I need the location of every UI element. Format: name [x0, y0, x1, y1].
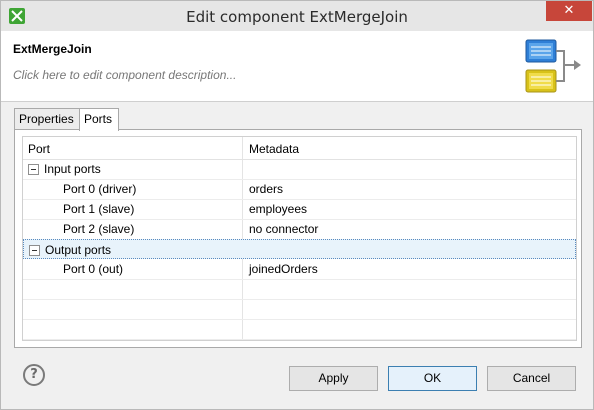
port-cell: Port 2 (slave): [63, 222, 135, 236]
table-row[interactable]: Port 2 (slave) no connector: [23, 219, 576, 240]
port-cell: Port 1 (slave): [63, 202, 135, 216]
edit-component-dialog: Edit component ExtMergeJoin ✕ ExtMergeJo…: [0, 0, 594, 410]
port-cell: Port 0 (driver): [63, 182, 137, 196]
port-cell: Input ports: [44, 162, 101, 176]
table-row[interactable]: Port 1 (slave) employees: [23, 199, 576, 220]
empty-row: [23, 299, 576, 320]
help-icon[interactable]: ?: [23, 364, 45, 386]
column-header-port[interactable]: Port: [28, 142, 50, 156]
tabs-area: Properties Ports Port Metadata Input por…: [14, 108, 582, 348]
port-cell: Port 0 (out): [63, 262, 124, 276]
table-row[interactable]: Port 0 (out) joinedOrders: [23, 259, 576, 280]
component-description-field[interactable]: Click here to edit component description…: [13, 68, 236, 82]
metadata-cell[interactable]: no connector: [249, 222, 318, 236]
tab-ports[interactable]: Ports: [79, 108, 119, 131]
port-cell: Output ports: [45, 243, 112, 257]
collapse-icon[interactable]: [29, 245, 40, 256]
empty-row: [23, 279, 576, 300]
component-header: ExtMergeJoin Click here to edit componen…: [1, 31, 593, 102]
metadata-cell[interactable]: orders: [249, 182, 283, 196]
merge-join-icon: [525, 39, 581, 93]
collapse-icon[interactable]: [28, 164, 39, 175]
ok-button[interactable]: OK: [388, 366, 477, 391]
close-button[interactable]: ✕: [546, 1, 592, 21]
tab-properties[interactable]: Properties: [14, 108, 81, 129]
table-row[interactable]: Input ports: [23, 159, 576, 180]
column-header-metadata[interactable]: Metadata: [249, 142, 299, 156]
table-header: Port Metadata: [23, 137, 576, 160]
ports-table: Port Metadata Input ports Port 0 (driver…: [22, 136, 577, 341]
table-row[interactable]: Port 0 (driver) orders: [23, 179, 576, 200]
component-name: ExtMergeJoin: [13, 42, 92, 56]
apply-button[interactable]: Apply: [289, 366, 378, 391]
table-row-selected[interactable]: Output ports: [23, 239, 576, 259]
window-title: Edit component ExtMergeJoin: [186, 8, 408, 26]
empty-row: [23, 319, 576, 340]
metadata-cell[interactable]: employees: [249, 202, 307, 216]
ports-panel: Port Metadata Input ports Port 0 (driver…: [14, 129, 582, 348]
title-bar: Edit component ExtMergeJoin ✕: [1, 1, 593, 31]
metadata-cell[interactable]: joinedOrders: [249, 262, 318, 276]
cancel-button[interactable]: Cancel: [487, 366, 576, 391]
